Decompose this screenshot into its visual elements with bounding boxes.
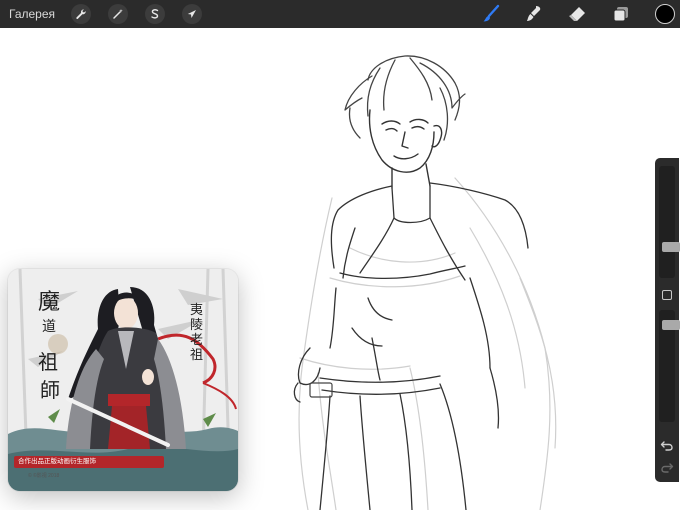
selection-icon — [151, 9, 159, 19]
actions-wrench-button[interactable] — [71, 4, 92, 24]
reference-caption: 合作出品正版动画衍生服饰 — [14, 456, 164, 468]
reference-title-left: 魔 — [38, 290, 60, 315]
drawing-canvas[interactable]: 魔 道 祖 師 夷 陵 老 祖 合作出品正版动画衍生服饰 © ©影视 2018 — [0, 28, 680, 510]
layers-button[interactable] — [611, 4, 631, 24]
smudge-button[interactable] — [524, 4, 544, 24]
reference-image-window[interactable]: 魔 道 祖 師 夷 陵 老 祖 合作出品正版动画衍生服饰 © ©影视 2018 — [8, 269, 238, 491]
color-picker-button[interactable] — [655, 4, 675, 24]
gallery-button[interactable]: Галерея — [9, 7, 55, 21]
undo-button[interactable] — [660, 438, 674, 452]
brush-icon — [483, 4, 500, 22]
reference-title-right: 夷 — [190, 302, 203, 318]
smudge-icon — [527, 6, 541, 21]
brush-button[interactable] — [481, 4, 501, 24]
svg-text:祖: 祖 — [190, 348, 203, 363]
redo-icon — [661, 463, 674, 473]
transform-button[interactable] — [182, 4, 203, 24]
svg-text:祖: 祖 — [38, 350, 58, 374]
magic-wand-icon — [113, 9, 123, 19]
layers-icon — [613, 7, 628, 22]
top-toolbar: Галерея — [0, 0, 680, 28]
modify-button[interactable] — [662, 290, 672, 300]
brush-size-slider[interactable] — [659, 166, 680, 278]
svg-text:陵: 陵 — [190, 318, 203, 333]
transform-icon — [187, 10, 197, 18]
opacity-slider[interactable] — [659, 310, 680, 422]
svg-text:老: 老 — [190, 333, 203, 348]
eraser-button[interactable] — [567, 4, 587, 24]
adjustments-button[interactable] — [108, 4, 129, 24]
reference-copyright: © ©影视 2018 — [28, 473, 60, 479]
undo-icon — [660, 441, 673, 451]
opacity-thumb[interactable] — [662, 320, 680, 330]
svg-text:道: 道 — [42, 319, 56, 335]
brush-size-thumb[interactable] — [662, 242, 680, 252]
side-toolbar — [655, 158, 680, 482]
eraser-icon — [569, 7, 585, 21]
wrench-icon — [76, 9, 86, 19]
selection-button[interactable] — [145, 4, 166, 24]
svg-text:師: 師 — [40, 378, 60, 402]
redo-button[interactable] — [660, 460, 674, 474]
